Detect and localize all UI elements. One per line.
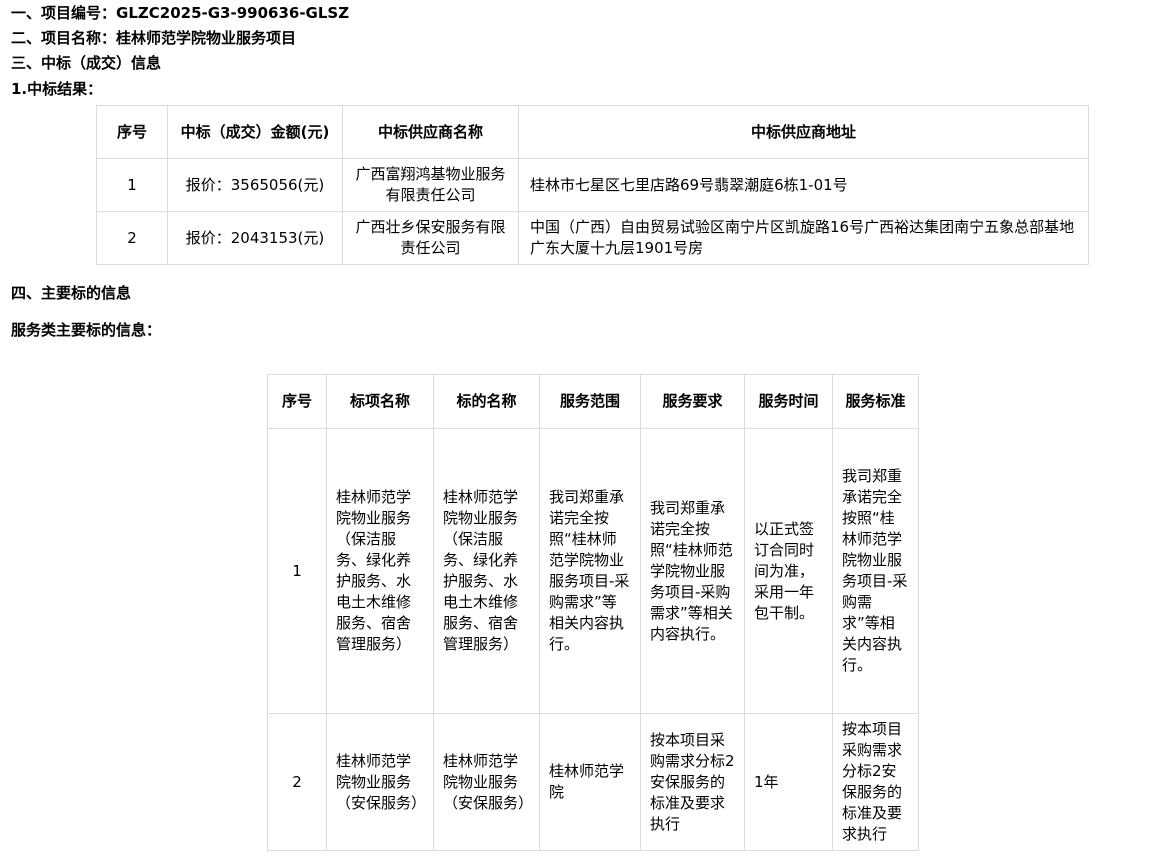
row-item-name: 桂林师范学院物业服务（安保服务） bbox=[326, 713, 434, 851]
row-standard: 我司郑重承诺完全按照“桂林师范学院物业服务项目-采购需求”等相关内容执行。 bbox=[832, 428, 919, 714]
row-no: 2 bbox=[96, 211, 168, 265]
column-header-requirement: 服务要求 bbox=[640, 374, 745, 429]
table-row: 2 桂林师范学院物业服务（安保服务） 桂林师范学院物业服务（安保服务） 桂林师范… bbox=[267, 713, 919, 851]
row-requirement: 按本项目采购需求分标2安保服务的标准及要求执行 bbox=[640, 713, 745, 851]
service-subject-table: 序号 标项名称 标的名称 服务范围 服务要求 服务时间 服务标准 1 桂林师范学… bbox=[267, 374, 919, 851]
project-name-heading: 二、项目名称：桂林师范学院物业服务项目 bbox=[11, 29, 297, 47]
award-result-table: 序号 中标（成交）金额(元) 中标供应商名称 中标供应商地址 1 报价：3565… bbox=[96, 105, 1089, 265]
row-address: 中国（广西）自由贸易试验区南宁片区凯旋路16号广西裕达集团南宁五象总部基地广东大… bbox=[518, 211, 1089, 265]
row-time: 以正式签订合同时间为准，采用一年包干制。 bbox=[744, 428, 833, 714]
row-address: 桂林市七星区七里店路69号翡翠潮庭6栋1-01号 bbox=[518, 158, 1089, 212]
column-header-amount: 中标（成交）金额(元) bbox=[167, 105, 343, 159]
column-header-subject-name: 标的名称 bbox=[433, 374, 540, 429]
column-header-supplier: 中标供应商名称 bbox=[342, 105, 519, 159]
table-header-row: 序号 标项名称 标的名称 服务范围 服务要求 服务时间 服务标准 bbox=[267, 374, 919, 429]
project-number-heading: 一、项目编号：GLZC2025-G3-990636-GLSZ bbox=[11, 4, 350, 22]
row-standard: 按本项目采购需求分标2安保服务的标准及要求执行 bbox=[832, 713, 919, 851]
column-header-scope: 服务范围 bbox=[539, 374, 641, 429]
row-no: 2 bbox=[267, 713, 327, 851]
service-subject-heading: 服务类主要标的信息： bbox=[11, 321, 162, 339]
table-row: 2 报价：2043153(元) 广西壮乡保安服务有限责任公司 中国（广西）自由贸… bbox=[96, 211, 1089, 265]
row-subject-name: 桂林师范学院物业服务（安保服务） bbox=[433, 713, 540, 851]
table-header-row: 序号 中标（成交）金额(元) 中标供应商名称 中标供应商地址 bbox=[96, 105, 1089, 159]
main-subject-heading: 四、主要标的信息 bbox=[11, 284, 132, 302]
row-supplier: 广西富翔鸿基物业服务有限责任公司 bbox=[342, 158, 519, 212]
row-time: 1年 bbox=[744, 713, 833, 851]
row-no: 1 bbox=[267, 428, 327, 714]
row-scope: 桂林师范学院 bbox=[539, 713, 641, 851]
row-amount: 报价：3565056(元) bbox=[167, 158, 343, 212]
award-info-heading: 三、中标（成交）信息 bbox=[11, 54, 162, 72]
table-row: 1 桂林师范学院物业服务（保洁服务、绿化养护服务、水电土木维修服务、宿舍管理服务… bbox=[267, 428, 919, 714]
column-header-address: 中标供应商地址 bbox=[518, 105, 1089, 159]
column-header-item-name: 标项名称 bbox=[326, 374, 434, 429]
award-result-heading: 1.中标结果： bbox=[11, 80, 103, 98]
row-requirement: 我司郑重承诺完全按照“桂林师范学院物业服务项目-采购需求”等相关内容执行。 bbox=[640, 428, 745, 714]
column-header-no: 序号 bbox=[96, 105, 168, 159]
row-no: 1 bbox=[96, 158, 168, 212]
column-header-time: 服务时间 bbox=[744, 374, 833, 429]
column-header-standard: 服务标准 bbox=[832, 374, 919, 429]
row-scope: 我司郑重承诺完全按照“桂林师范学院物业服务项目-采购需求”等相关内容执行。 bbox=[539, 428, 641, 714]
row-subject-name: 桂林师范学院物业服务（保洁服务、绿化养护服务、水电土木维修服务、宿舍管理服务） bbox=[433, 428, 540, 714]
column-header-no: 序号 bbox=[267, 374, 327, 429]
row-item-name: 桂林师范学院物业服务（保洁服务、绿化养护服务、水电土木维修服务、宿舍管理服务） bbox=[326, 428, 434, 714]
row-amount: 报价：2043153(元) bbox=[167, 211, 343, 265]
table-row: 1 报价：3565056(元) 广西富翔鸿基物业服务有限责任公司 桂林市七星区七… bbox=[96, 158, 1089, 212]
row-supplier: 广西壮乡保安服务有限责任公司 bbox=[342, 211, 519, 265]
